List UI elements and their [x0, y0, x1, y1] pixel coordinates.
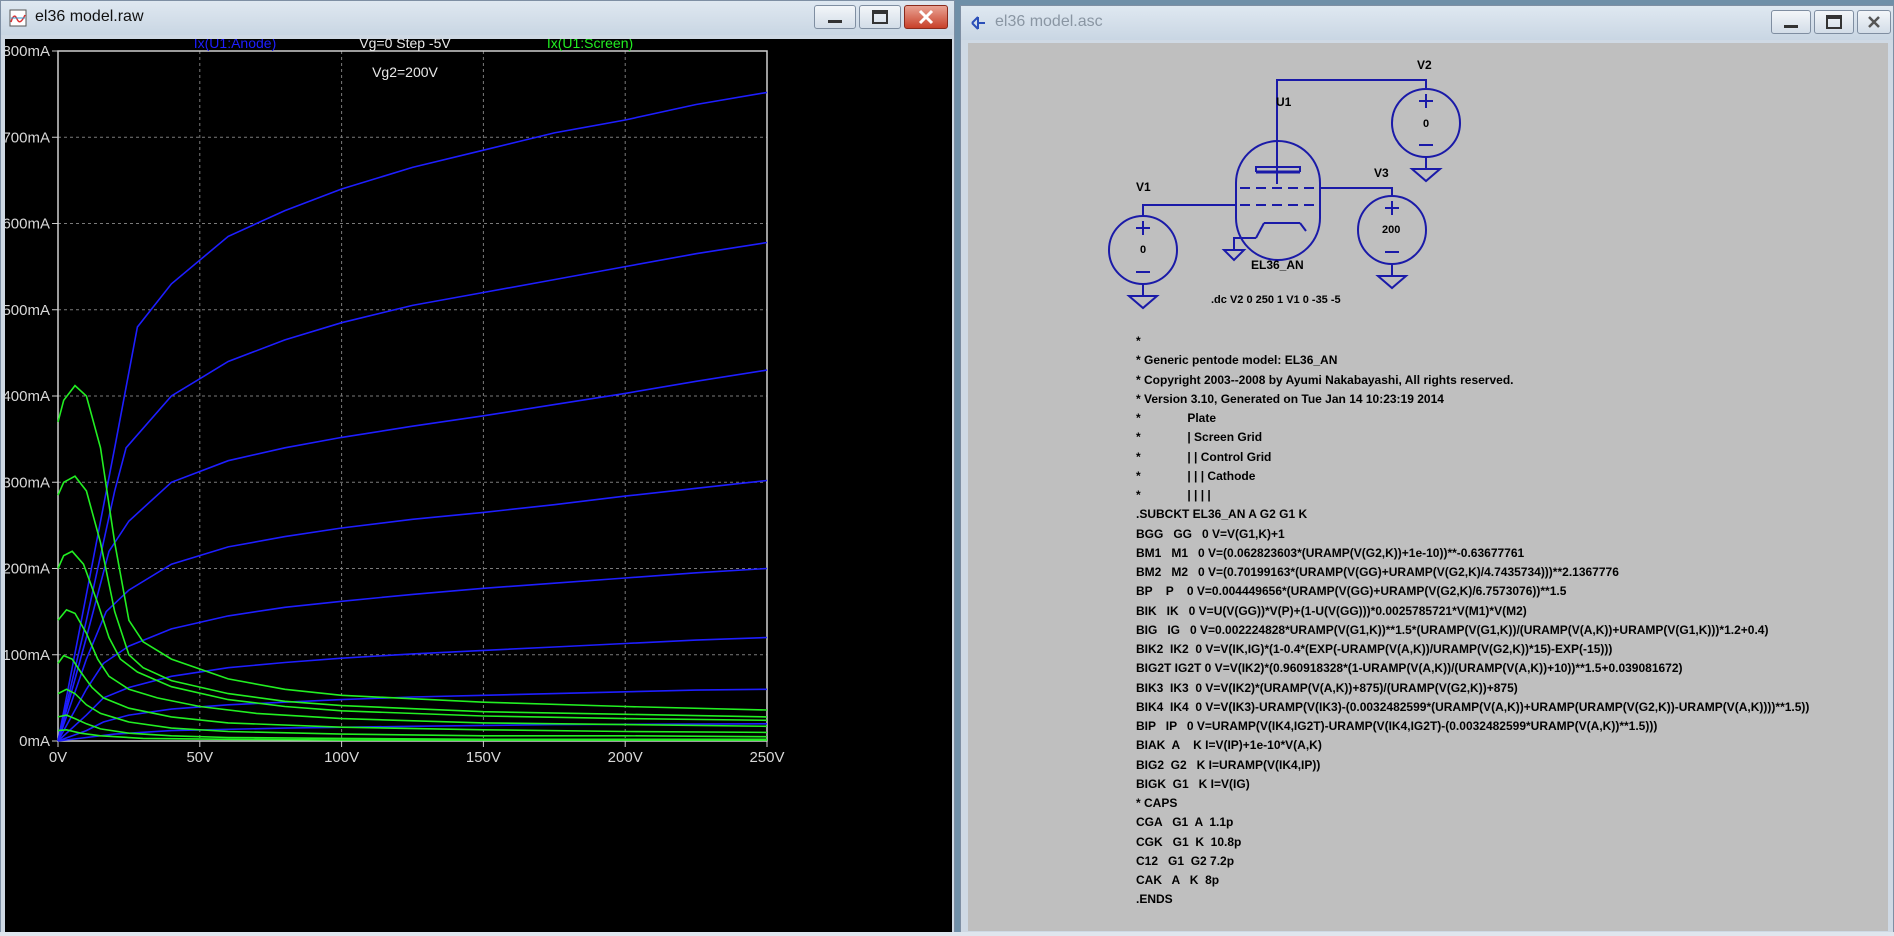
netlist-line: * | | | | — [1136, 488, 1211, 502]
y-tick-label: 100mA — [5, 647, 50, 664]
schematic-maximize-button[interactable] — [1814, 10, 1854, 34]
y-tick-label: 800mA — [5, 43, 50, 60]
y-tick-label: 500mA — [5, 302, 50, 319]
schematic-window-title: el36 model.asc — [995, 13, 1103, 30]
netlist-line: BIK IK 0 V=U(V(GG))*V(P)+(1-U(V(GG)))*0.… — [1136, 603, 1527, 618]
y-tick-label: 0mA — [19, 733, 50, 750]
screen-current-curve[interactable] — [57, 475, 768, 718]
waveform-window-title: el36 model.raw — [35, 8, 144, 25]
netlist-line: BGG GG 0 V=V(G1,K)+1 — [1136, 526, 1285, 541]
schematic-canvas[interactable]: V2 0 U1 V3 200 V1 0 EL36_AN .dc V2 0 250… — [968, 43, 1888, 931]
v2-label: V2 — [1417, 58, 1432, 72]
netlist-line: BIG2 G2 K I=URAMP(V(IK4,IP)) — [1136, 757, 1321, 772]
vg2-annotation: Vg2=200V — [372, 64, 438, 80]
waveform-plot-pane[interactable]: 0V 50V 100V 150V 200V 250V 0mA 100mA 200mA 300mA 4… — [5, 39, 952, 933]
netlist-line: BIG IG 0 V=0.002224828*URAMP(V(G1,K))**1… — [1136, 622, 1769, 637]
netlist-line: * Version 3.10, Generated on Tue Jan 14 … — [1136, 391, 1444, 406]
netlist-line: BIG2T IG2T 0 V=V(IK2)*(0.960918328*(1-UR… — [1136, 661, 1683, 676]
netlist-line: C12 G1 G2 7.2p — [1136, 853, 1235, 868]
wire-grid-to-v1 — [1142, 204, 1236, 216]
spice-directive[interactable]: .dc V2 0 250 1 V1 0 -35 -5 — [1211, 294, 1341, 306]
waveform-maximize-button[interactable] — [859, 5, 901, 29]
v3-ground-icon — [1375, 264, 1409, 290]
netlist-line: * | | | Cathode — [1136, 468, 1256, 483]
schematic-window[interactable]: el36 model.asc V2 0 U1 V3 200 V1 0 EL36_… — [960, 5, 1894, 936]
netlist-line: .ENDS — [1136, 892, 1173, 907]
anode-current-curve[interactable] — [57, 369, 768, 742]
x-tick-label: 250V — [749, 749, 784, 766]
netlist-line: * | | Control Grid — [1136, 449, 1272, 464]
netlist-comment-block[interactable]: * * Generic pentode model: EL36_AN * Copyr… — [1136, 332, 1809, 910]
netlist-line: * | Screen Grid — [1136, 430, 1263, 445]
status-bar — [0, 932, 1894, 936]
maximize-icon — [872, 10, 888, 24]
cathode-ground-icon — [1221, 249, 1247, 262]
netlist-line: * Generic pentode model: EL36_AN — [1136, 353, 1338, 368]
trace-label-screen[interactable]: Ix(U1:Screen) — [547, 39, 633, 51]
netlist-line: BIAK A K I=V(IP)+1e-10*V(A,K) — [1136, 738, 1322, 753]
minimize-icon — [828, 20, 842, 23]
v1-value: 0 — [1140, 244, 1147, 256]
netlist-line: CAK A K 8p — [1136, 873, 1220, 887]
waveform-icon — [9, 9, 27, 27]
netlist-line: * Copyright 2003--2008 by Ayumi Nakabaya… — [1136, 372, 1514, 387]
x-tick-label: 50V — [186, 749, 213, 766]
v3-value: 200 — [1382, 224, 1401, 236]
x-tick-label: 150V — [466, 749, 501, 766]
y-tick-label: 400mA — [5, 388, 50, 405]
trace-label-anode[interactable]: Ix(U1:Anode) — [194, 39, 276, 51]
waveform-close-button[interactable] — [904, 5, 948, 29]
schematic-window-titlebar[interactable]: el36 model.asc — [961, 6, 1893, 40]
y-tick-label: 700mA — [5, 129, 50, 146]
netlist-line: * Plate — [1136, 411, 1217, 425]
v2-value: 0 — [1423, 118, 1430, 130]
netlist-line: BIK2 IK2 0 V=V(IK,IG)*(1-0.4*(EXP(-URAMP… — [1136, 642, 1613, 656]
minimize-icon — [1784, 25, 1798, 28]
x-tick-label: 100V — [324, 749, 359, 766]
netlist-line: * CAPS — [1136, 796, 1178, 810]
y-tick-label: 200mA — [5, 561, 50, 578]
x-tick-label: 200V — [608, 749, 643, 766]
netlist-line: BIGK G1 K I=V(IG) — [1136, 776, 1250, 791]
tube-label: U1 — [1276, 95, 1292, 109]
netlist-line: BM1 M1 0 V=(0.062823603*(URAMP(V(G2,K))+… — [1136, 545, 1525, 560]
anode-current-curve[interactable] — [57, 91, 768, 742]
v3-label: V3 — [1374, 166, 1389, 180]
tube-model-label: EL36_AN — [1251, 258, 1304, 272]
iv-curve-chart[interactable]: 0V 50V 100V 150V 200V 250V 0mA 100mA 200mA 300mA 4… — [5, 39, 952, 933]
anode-current-curve[interactable] — [57, 479, 768, 742]
close-icon — [1868, 16, 1880, 28]
waveform-minimize-button[interactable] — [814, 5, 856, 29]
netlist-line: BIP IP 0 V=URAMP(V(IK4,IG2T)-URAMP(V(IK4… — [1136, 719, 1658, 733]
close-icon — [918, 9, 934, 25]
y-tick-label: 300mA — [5, 474, 50, 491]
waveform-window[interactable]: el36 model.raw 0V 50V 100V 150V 200V 250V 0mA 1… — [0, 0, 955, 936]
schematic-close-button[interactable] — [1857, 10, 1891, 34]
waveform-window-titlebar[interactable]: el36 model.raw — [1, 1, 954, 35]
netlist-line: CGA G1 A 1.1p — [1136, 815, 1234, 830]
step-label: Vg=0 Step -5V — [359, 39, 451, 51]
maximize-icon — [1826, 15, 1842, 29]
v1-ground-icon — [1126, 284, 1160, 310]
y-tick-label: 600mA — [5, 216, 50, 233]
netlist-line: BP P 0 V=0.004449656*(URAMP(V(GG)+URAMP(… — [1136, 584, 1567, 599]
schematic-minimize-button[interactable] — [1771, 10, 1811, 34]
screen-current-curve[interactable] — [57, 550, 768, 722]
netlist-line: .SUBCKT EL36_AN A G2 G1 K — [1136, 507, 1308, 522]
v1-label: V1 — [1136, 180, 1151, 194]
netlist-line: BIK3 IK3 0 V=V(IK2)*(URAMP(V(A,K))+875)/… — [1136, 680, 1518, 695]
netlist-line: CGK G1 K 10.8p — [1136, 834, 1242, 849]
netlist-line: BIK4 IK4 0 V=V(IK3)-URAMP(V(IK3)-(0.0032… — [1136, 699, 1810, 714]
schematic-icon — [971, 16, 985, 30]
v2-ground-icon — [1409, 157, 1443, 183]
netlist-line: BM2 M2 0 V=(0.70199163*(URAMP(V(GG)+URAM… — [1136, 565, 1619, 579]
netlist-line: * — [1136, 334, 1141, 348]
x-tick-label: 0V — [49, 749, 67, 766]
wire-screen-to-v3 — [1320, 187, 1393, 196]
screen-current-curve[interactable] — [57, 384, 768, 711]
